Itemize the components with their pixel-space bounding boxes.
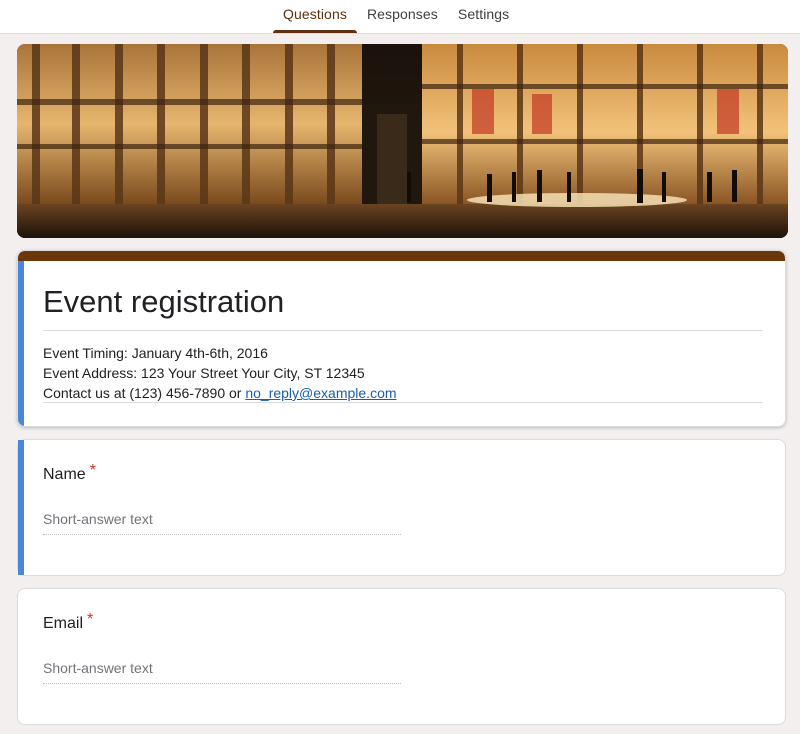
required-asterisk: * — [87, 611, 94, 628]
description-line-timing: Event Timing: January 4th-6th, 2016 — [43, 345, 268, 361]
focus-indicator — [18, 261, 24, 426]
tab-responses[interactable]: Responses — [357, 0, 448, 33]
form-title[interactable]: Event registration — [43, 284, 284, 320]
theme-accent-bar — [18, 251, 785, 261]
description-divider — [43, 402, 763, 403]
question-card-name[interactable]: Name * — [17, 439, 786, 576]
description-line-address: Event Address: 123 Your Street Your City… — [43, 365, 365, 381]
top-nav-bar: Questions Responses Settings — [0, 0, 800, 34]
question-label: Name * — [43, 462, 96, 484]
question-title: Email — [43, 615, 84, 632]
question-card-email[interactable]: Email * — [17, 588, 786, 725]
header-banner-image — [17, 44, 788, 238]
contact-text: Contact us at (123) 456-7890 or — [43, 385, 246, 401]
short-answer-field[interactable] — [43, 655, 401, 684]
title-divider — [43, 330, 763, 331]
form-tabs: Questions Responses Settings — [273, 0, 519, 33]
description-line-contact: Contact us at (123) 456-7890 or no_reply… — [43, 383, 397, 403]
required-asterisk: * — [89, 462, 96, 479]
contact-email-link[interactable]: no_reply@example.com — [245, 385, 396, 401]
short-answer-field[interactable] — [43, 506, 401, 535]
tab-questions[interactable]: Questions — [273, 0, 357, 33]
tab-settings[interactable]: Settings — [448, 0, 519, 33]
form-description[interactable]: Event Timing: January 4th-6th, 2016 Even… — [43, 343, 397, 403]
focus-indicator — [18, 440, 24, 575]
question-title: Name — [43, 466, 86, 483]
question-label: Email * — [43, 611, 93, 633]
form-title-card[interactable]: Event registration Event Timing: January… — [17, 250, 786, 427]
